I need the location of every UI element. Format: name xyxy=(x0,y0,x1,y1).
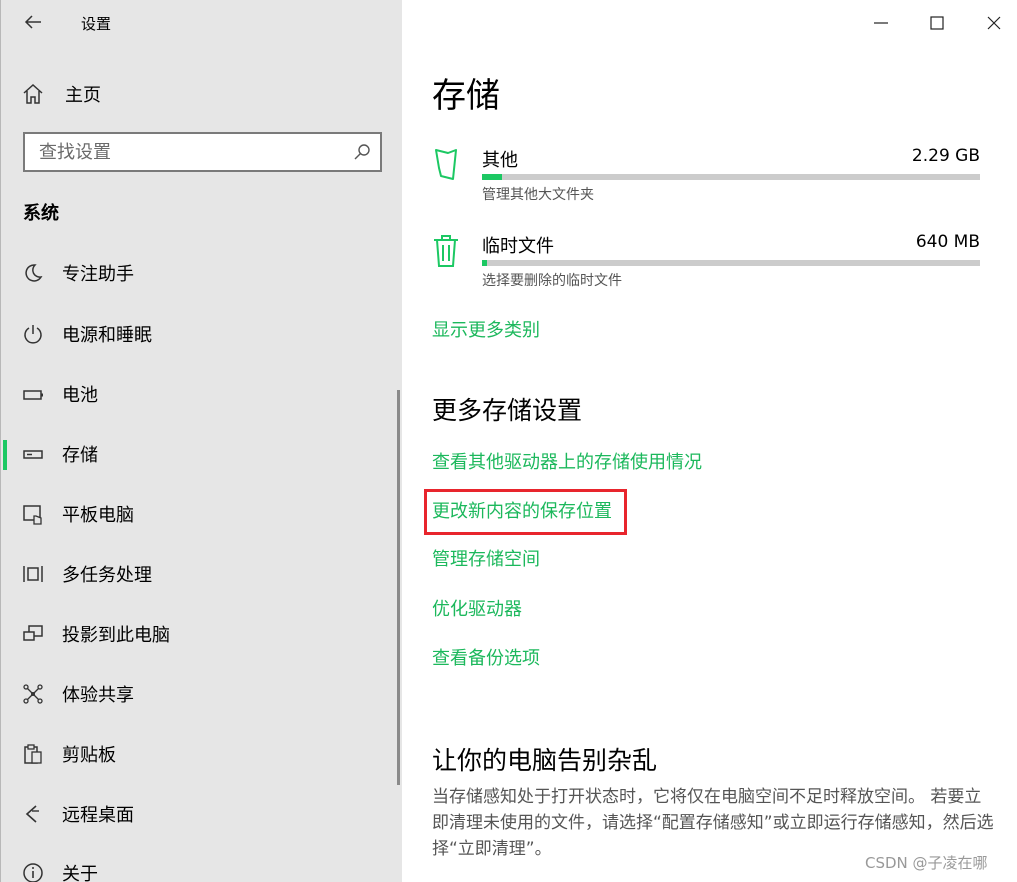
section-heading: 系统 xyxy=(23,203,59,224)
usage-bar-fill xyxy=(482,260,487,266)
minimize-icon[interactable] xyxy=(866,8,896,38)
category-name: 其他 xyxy=(482,150,518,171)
home-icon xyxy=(23,83,43,104)
share-icon xyxy=(21,682,45,706)
window-title: 设置 xyxy=(81,15,112,33)
sidebar-item-project[interactable]: 投影到此电脑 xyxy=(1,612,397,656)
backup-options-link[interactable]: 查看备份选项 xyxy=(432,644,540,670)
search-box[interactable] xyxy=(23,132,382,172)
maximize-icon[interactable] xyxy=(922,8,952,38)
search-icon[interactable] xyxy=(352,142,372,162)
sidebar-item-focus-assist[interactable]: 专注助手 xyxy=(1,251,397,295)
trash-icon xyxy=(434,235,458,267)
multitask-icon xyxy=(21,562,45,586)
sidebar-item-tablet[interactable]: 平板电脑 xyxy=(1,492,397,536)
usage-bar-fill xyxy=(482,174,502,180)
sidebar-item-label: 电源和睡眠 xyxy=(62,325,152,346)
page-title: 存储 xyxy=(432,76,500,116)
sidebar: 设置 主页 系统 专注助手 电源和睡眠 电池 xyxy=(0,0,402,882)
sidebar-item-multitasking[interactable]: 多任务处理 xyxy=(1,552,397,596)
declutter-heading: 让你的电脑告别杂乱 xyxy=(432,746,658,775)
category-size: 2.29 GB xyxy=(911,146,980,166)
declutter-description: 当存储感知处于打开状态时，它将仅在电脑空间不足时释放空间。 若要立即清理未使用的… xyxy=(432,787,994,859)
active-indicator xyxy=(3,440,7,470)
more-storage-settings-heading: 更多存储设置 xyxy=(432,396,583,425)
sidebar-item-label: 远程桌面 xyxy=(62,805,134,826)
sidebar-item-label: 多任务处理 xyxy=(62,565,152,586)
sidebar-item-shared-experiences[interactable]: 体验共享 xyxy=(1,672,397,716)
sidebar-item-battery[interactable]: 电池 xyxy=(1,372,397,416)
usage-bar xyxy=(482,260,980,266)
optimize-drives-link[interactable]: 优化驱动器 xyxy=(432,595,522,621)
project-icon xyxy=(21,622,45,646)
view-other-drives-link[interactable]: 查看其他驱动器上的存储使用情况 xyxy=(432,448,702,474)
info-icon xyxy=(21,861,45,882)
sidebar-scrollbar[interactable] xyxy=(397,390,400,785)
remote-desktop-icon xyxy=(21,802,45,826)
sidebar-item-label: 投影到此电脑 xyxy=(62,625,170,646)
sidebar-item-label: 平板电脑 xyxy=(62,505,134,526)
highlight-box xyxy=(424,489,627,535)
sidebar-item-storage[interactable]: 存储 xyxy=(1,432,397,476)
sidebar-item-home[interactable]: 主页 xyxy=(21,80,101,108)
category-description: 选择要删除的临时文件 xyxy=(482,273,622,289)
sidebar-item-label: 剪贴板 xyxy=(62,745,116,766)
search-input[interactable] xyxy=(25,134,325,170)
home-label: 主页 xyxy=(65,85,101,106)
show-more-categories-link[interactable]: 显示更多类别 xyxy=(432,316,540,342)
sidebar-item-about[interactable]: 关于 xyxy=(1,851,397,882)
power-icon xyxy=(21,322,45,346)
back-arrow-icon[interactable] xyxy=(21,10,45,34)
category-description: 管理其他大文件夹 xyxy=(482,187,594,203)
close-icon[interactable] xyxy=(979,8,1009,38)
sidebar-item-remote-desktop[interactable]: 远程桌面 xyxy=(1,792,397,836)
battery-icon xyxy=(21,382,45,406)
tablet-icon xyxy=(21,502,45,526)
sidebar-item-label: 关于 xyxy=(62,864,98,882)
usage-bar xyxy=(482,174,980,180)
other-folder-icon xyxy=(435,149,457,180)
sidebar-item-label: 专注助手 xyxy=(62,264,134,285)
manage-storage-spaces-link[interactable]: 管理存储空间 xyxy=(432,545,540,571)
sidebar-item-power-sleep[interactable]: 电源和睡眠 xyxy=(1,312,397,356)
category-size: 640 MB xyxy=(915,232,980,252)
sidebar-item-label: 电池 xyxy=(62,385,98,406)
storage-icon xyxy=(21,442,45,466)
sidebar-item-label: 存储 xyxy=(62,445,98,466)
watermark: CSDN @子凌在哪 xyxy=(865,854,988,872)
category-name: 临时文件 xyxy=(482,236,554,257)
sidebar-item-label: 体验共享 xyxy=(62,685,134,706)
clipboard-icon xyxy=(21,742,45,766)
sidebar-item-clipboard[interactable]: 剪贴板 xyxy=(1,732,397,776)
moon-icon xyxy=(21,261,45,285)
